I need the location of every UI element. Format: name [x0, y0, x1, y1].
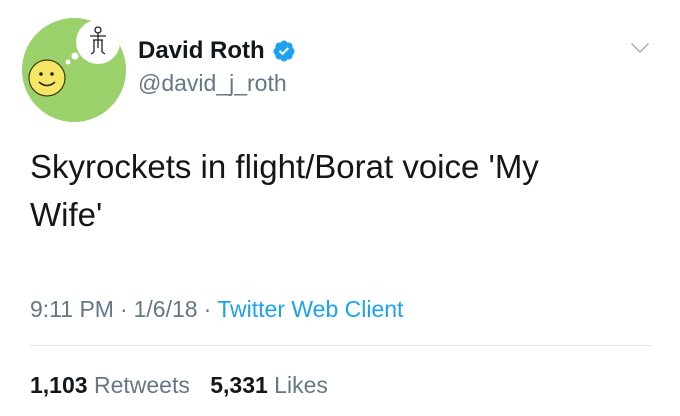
- retweets-count: 1,103: [30, 372, 88, 398]
- display-name[interactable]: David Roth: [138, 34, 265, 68]
- tweet-date[interactable]: 1/6/18: [134, 296, 198, 322]
- chevron-down-icon[interactable]: [628, 36, 652, 60]
- likes-stat[interactable]: 5,331 Likes: [210, 372, 328, 398]
- meta-separator: ·: [203, 296, 212, 322]
- retweets-stat[interactable]: 1,103 Retweets: [30, 372, 190, 398]
- tweet-text: Skyrockets in flight/Borat voice 'My Wif…: [30, 143, 660, 239]
- handle[interactable]: @david_j_roth: [138, 68, 287, 98]
- tweet-text-line: Skyrockets in flight/Borat voice 'My: [30, 148, 539, 185]
- avatar-illustration-icon: [22, 18, 126, 122]
- divider: [30, 345, 652, 346]
- retweets-label: Retweets: [93, 372, 190, 398]
- tweet-meta: 9:11 PM · 1/6/18 · Twitter Web Client: [30, 292, 403, 326]
- tweet-client-link[interactable]: Twitter Web Client: [217, 296, 403, 322]
- tweet-text-line: Wife': [30, 196, 103, 233]
- likes-count: 5,331: [210, 372, 268, 398]
- avatar[interactable]: [22, 18, 126, 122]
- tweet-stats: 1,103 Retweets 5,331 Likes: [30, 368, 342, 402]
- meta-separator: ·: [119, 296, 128, 322]
- likes-label: Likes: [274, 372, 328, 398]
- author-name-row[interactable]: David Roth: [138, 34, 296, 68]
- tweet-card: David Roth @david_j_roth Skyrockets in f…: [0, 0, 680, 416]
- tweet-time[interactable]: 9:11 PM: [30, 296, 114, 322]
- verified-badge-icon: [273, 40, 295, 62]
